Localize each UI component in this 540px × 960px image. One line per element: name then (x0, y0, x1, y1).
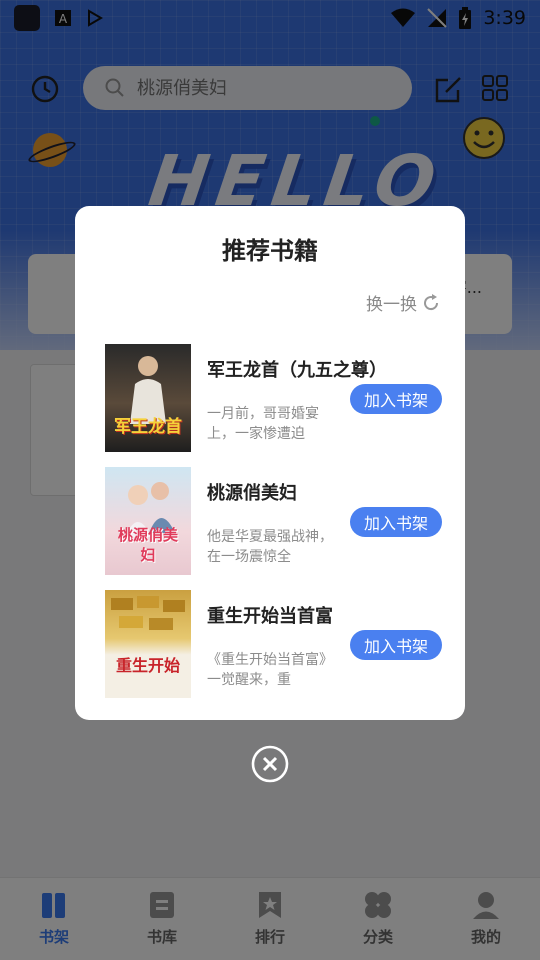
book-item[interactable]: 桃源俏美妇 桃源俏美妇 他是华夏最强战神，在一场震惊全 加入书架 (105, 467, 445, 575)
cover-title-text: 重生开始 (115, 656, 180, 675)
cover-gold-bars (111, 596, 185, 630)
add-to-shelf-button[interactable]: 加入书架 (350, 507, 442, 537)
refresh-label: 换一换 (366, 295, 417, 315)
recommend-books-dialog: 推荐书籍 换一换 军王龙首 军王龙首（九五之尊） 一月前，哥哥婚宴上，一家惨遭迫… (75, 206, 465, 720)
refresh-button[interactable]: 换一换 (366, 290, 441, 315)
add-to-shelf-button[interactable]: 加入书架 (350, 630, 442, 660)
book-cover-image[interactable]: 军王龙首 (105, 344, 191, 452)
book-description: 他是华夏最强战神，在一场震惊全 (207, 529, 333, 565)
refresh-icon (424, 293, 439, 310)
cover-title-text: 桃源俏美妇 (117, 526, 178, 564)
book-item[interactable]: 重生开始 重生开始当首富 《重生开始当首富》一觉醒来，重 加入书架 (105, 590, 445, 698)
book-title: 桃源俏美妇 (207, 483, 297, 504)
dialog-title: 推荐书籍 (222, 237, 318, 265)
book-title: 军王龙首（九五之尊） (207, 360, 387, 381)
book-description: 《重生开始当首富》一觉醒来，重 (207, 652, 333, 688)
close-dialog-icon[interactable] (251, 745, 289, 783)
book-title: 重生开始当首富 (207, 606, 333, 627)
book-cover-image[interactable]: 桃源俏美妇 (105, 467, 191, 575)
book-description: 一月前，哥哥婚宴上，一家惨遭迫 (207, 406, 319, 442)
book-cover-image[interactable]: 重生开始 (105, 590, 191, 698)
add-to-shelf-button[interactable]: 加入书架 (350, 384, 442, 414)
cover-title-text: 军王龙首 (114, 417, 182, 437)
book-item[interactable]: 军王龙首 军王龙首（九五之尊） 一月前，哥哥婚宴上，一家惨遭迫 加入书架 (105, 344, 445, 452)
